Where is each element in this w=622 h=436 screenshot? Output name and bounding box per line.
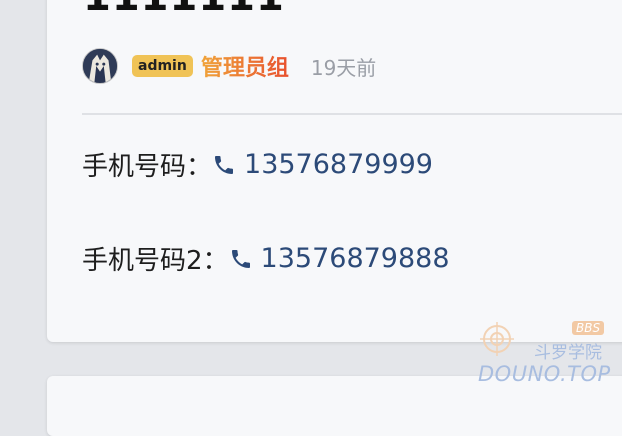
phone-icon [215,155,234,174]
watermark-logo-icon [480,322,514,356]
field-phone-2: 手机号码2： 13576879888 [82,240,450,277]
role-badge: admin [132,55,193,77]
post-time: 19天前 [310,55,377,80]
phone-icon [231,249,250,268]
field-label: 手机号码2： [82,246,229,276]
phone-link[interactable]: 13576879888 [261,243,450,274]
divider [82,113,622,115]
watermark-en: DOUNO.TOP [478,362,611,386]
watermark-bbs: BBS [572,321,605,335]
post-meta: admin 管理员组 19天前 [82,47,376,85]
avatar[interactable] [82,48,118,84]
post-title: 1111111 [83,0,285,20]
avatar-image [83,49,117,83]
watermark-cn: 斗罗学院 [534,343,602,363]
site-watermark: BBS 斗罗学院 DOUNO.TOP [476,318,616,390]
author-group[interactable]: 管理员组 [201,50,289,82]
field-phone-1: 手机号码： 13576879999 [82,146,433,183]
field-label: 手机号码： [82,152,213,182]
phone-link[interactable]: 13576879999 [244,149,433,180]
